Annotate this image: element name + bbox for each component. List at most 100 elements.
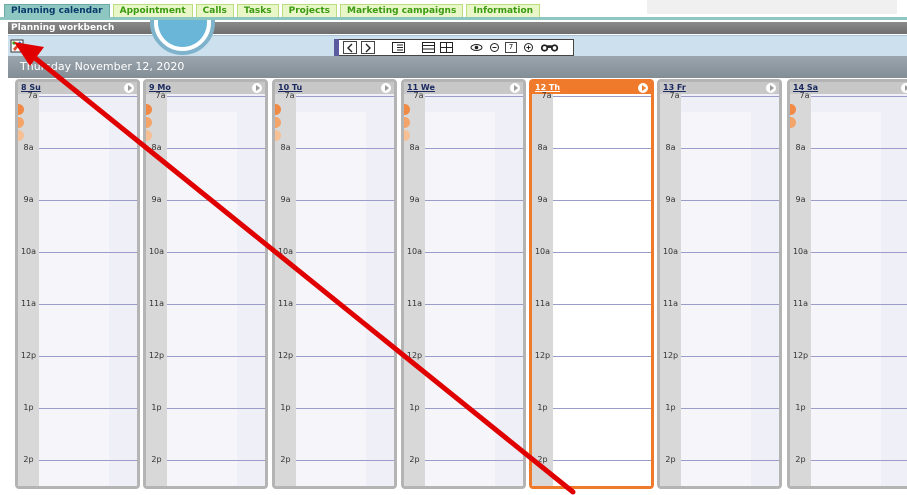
time-grid[interactable] — [553, 94, 651, 486]
hour-line — [296, 96, 394, 97]
hour-label: 1p — [665, 403, 676, 412]
hour-line — [553, 252, 651, 253]
hour-label: 9a — [795, 195, 806, 204]
hour-line — [167, 148, 265, 149]
day-open-icon[interactable] — [252, 83, 262, 93]
header-banner — [647, 0, 897, 14]
hour-line — [296, 200, 394, 201]
week-view-icon[interactable] — [439, 41, 453, 54]
hour-label: 8a — [409, 143, 420, 152]
day-column[interactable]: 12 Th 7a 8a 9a 10a 11a 12p 1p 2p — [529, 79, 654, 489]
current-date: Thursday November 12, 2020 — [20, 60, 185, 73]
hour-line — [553, 148, 651, 149]
hour-line — [425, 252, 523, 253]
list-view-icon[interactable] — [391, 41, 405, 54]
hour-line — [296, 304, 394, 305]
hour-label: 2p — [537, 455, 548, 464]
hour-label: 12p — [277, 351, 294, 360]
hour-label: 1p — [409, 403, 420, 412]
hour-label: 8a — [665, 143, 676, 152]
tab-tasks[interactable]: Tasks — [236, 4, 279, 18]
binoculars-icon[interactable] — [539, 41, 561, 54]
hour-line — [681, 252, 779, 253]
hour-label: 12p — [662, 351, 679, 360]
hour-label: 10a — [277, 247, 294, 256]
day-column[interactable]: 13 Fr 7a 8a 9a 10a 11a 12p 1p 2p — [657, 79, 782, 489]
hour-label: 12p — [20, 351, 37, 360]
hour-line — [811, 96, 907, 97]
day-open-icon[interactable] — [901, 83, 907, 93]
column-band — [425, 112, 495, 486]
hour-line — [811, 408, 907, 409]
hour-label: 2p — [280, 455, 291, 464]
nav-marker — [334, 39, 339, 56]
next-arrow-icon[interactable] — [361, 41, 375, 54]
hour-label: 11a — [20, 299, 37, 308]
day-open-icon[interactable] — [510, 83, 520, 93]
day-open-icon[interactable] — [766, 83, 776, 93]
hour-line — [681, 148, 779, 149]
hour-line — [811, 148, 907, 149]
hour-line — [39, 356, 137, 357]
week-grid: 8 Su 7a 8a 9a 10a 11a 12p 1p 2p 9 Mo 7a 8a 9a 10a 11a 1… — [0, 79, 907, 495]
hour-label: 2p — [409, 455, 420, 464]
tab-bar: Planning calendar Appointment Calls Task… — [0, 0, 907, 20]
hour-line — [167, 304, 265, 305]
day-open-icon[interactable] — [638, 83, 648, 93]
hour-label: 2p — [23, 455, 34, 464]
hour-line — [425, 460, 523, 461]
tab-list: Planning calendar Appointment Calls Task… — [4, 4, 541, 18]
hour-label: 2p — [795, 455, 806, 464]
hour-label: 11a — [662, 299, 679, 308]
calendar-nav-controls: 7 — [334, 39, 574, 56]
hour-line — [425, 200, 523, 201]
column-band — [681, 112, 751, 486]
tab-marketing-campaigns[interactable]: Marketing campaigns — [340, 4, 464, 18]
plus-icon[interactable] — [521, 41, 535, 54]
day-column[interactable]: 14 Sa 7a 8a 9a 10a 11a 12p 1p 2p — [787, 79, 907, 489]
hour-label: 11a — [792, 299, 809, 308]
hour-line — [39, 304, 137, 305]
hour-line — [425, 356, 523, 357]
day-open-icon[interactable] — [124, 83, 134, 93]
minus-icon[interactable] — [487, 41, 501, 54]
hour-line — [296, 252, 394, 253]
column-band — [39, 112, 109, 486]
tab-appointment[interactable]: Appointment — [112, 4, 193, 18]
hour-line — [811, 460, 907, 461]
day-column[interactable]: 11 We 7a 8a 9a 10a 11a 12p 1p 2p — [401, 79, 526, 489]
eye-icon[interactable] — [469, 41, 483, 54]
hour-label: 8a — [795, 143, 806, 152]
day-column[interactable]: 9 Mo 7a 8a 9a 10a 11a 12p 1p 2p — [143, 79, 268, 489]
hour-label: 2p — [151, 455, 162, 464]
tab-planning-calendar[interactable]: Planning calendar — [4, 4, 110, 18]
hour-line — [681, 304, 779, 305]
hour-label: 1p — [280, 403, 291, 412]
tab-underline — [0, 17, 907, 20]
hour-label: 12p — [406, 351, 423, 360]
tab-calls[interactable]: Calls — [195, 4, 234, 18]
hour-line — [681, 200, 779, 201]
hour-label: 10a — [662, 247, 679, 256]
hour-line — [39, 408, 137, 409]
hour-line — [553, 408, 651, 409]
day-column[interactable]: 10 Tu 7a 8a 9a 10a 11a 12p 1p 2p — [272, 79, 397, 489]
edit-icon[interactable] — [10, 38, 24, 53]
hour-line — [167, 252, 265, 253]
grid-view-icon[interactable] — [421, 41, 435, 54]
days-count-field[interactable]: 7 — [505, 42, 517, 53]
hour-label: 10a — [20, 247, 37, 256]
app-window: Planning calendar Appointment Calls Task… — [0, 0, 907, 495]
day-open-icon[interactable] — [381, 83, 391, 93]
day-column[interactable]: 8 Su 7a 8a 9a 10a 11a 12p 1p 2p — [15, 79, 140, 489]
tab-projects[interactable]: Projects — [281, 4, 338, 18]
hour-line — [553, 200, 651, 201]
hour-line — [425, 148, 523, 149]
hour-label: 12p — [148, 351, 165, 360]
decorative-circle — [150, 20, 215, 58]
hour-label: 1p — [151, 403, 162, 412]
hour-label: 12p — [792, 351, 809, 360]
workbench-title: Planning workbench — [11, 23, 115, 33]
tab-information[interactable]: Information — [466, 4, 541, 18]
prev-arrow-icon[interactable] — [343, 41, 357, 54]
